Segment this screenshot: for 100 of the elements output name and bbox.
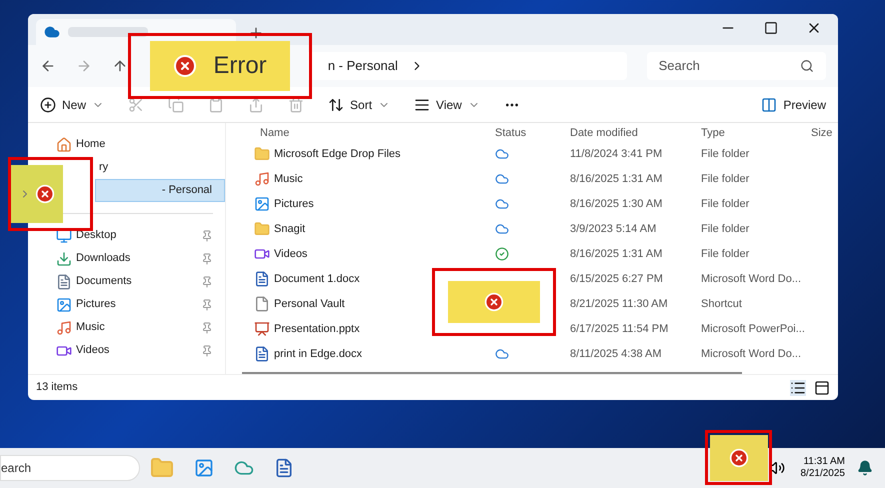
notification-icon[interactable]	[857, 460, 873, 476]
file-name: Presentation.pptx	[274, 322, 360, 337]
date-cell-text: 6/17/2025 11:54 PM	[569, 322, 670, 337]
share-icon[interactable]	[248, 96, 264, 112]
file-name: Videos	[274, 246, 308, 262]
taskbar-search[interactable]: earch	[0, 455, 140, 481]
type-cell-text: File folder	[700, 222, 750, 237]
date-cell-text: 11/8/2024 3:41 PM	[569, 146, 664, 162]
sidebar-label: Music	[76, 320, 105, 336]
document-icon[interactable]	[274, 458, 294, 478]
panel-icon	[761, 96, 778, 112]
file-row[interactable]: Microsoft Edge Drop Files 11/8/2024 3:41 PM File folder	[254, 141, 838, 166]
file-row[interactable]: Personal Vault 8/21/2025 11:30 AM Shortcut	[254, 291, 838, 316]
picture-icon[interactable]	[194, 458, 214, 478]
sidebar-item[interactable]: Home	[28, 133, 225, 156]
add-icon	[40, 96, 56, 112]
delete-icon[interactable]	[288, 96, 304, 112]
sidebar-label: Pictures	[76, 297, 116, 312]
file-name: print in Edge.docx	[274, 346, 362, 362]
file-name: Document 1.docx	[274, 272, 360, 287]
sidebar-item[interactable]: ry	[95, 156, 225, 179]
sort-button[interactable]: Sort	[328, 96, 390, 114]
file-row[interactable]: Snagit 3/9/2023 5:14 AM File folder	[254, 216, 838, 242]
sort-icon	[328, 96, 344, 112]
search-field[interactable]: Search	[646, 52, 826, 80]
address-path: n - Personal	[328, 57, 398, 76]
search-input[interactable]: Search	[658, 56, 800, 76]
maximize-icon[interactable]	[764, 21, 778, 35]
file-name: Microsoft Edge Drop Files	[274, 146, 401, 162]
folder-icon	[254, 220, 270, 237]
type-cell-text: Microsoft Word Do...	[700, 272, 802, 287]
sidebar-item[interactable]: Documents	[28, 270, 225, 293]
sidebar-label: Downloads	[76, 251, 130, 266]
error-icon	[173, 54, 198, 78]
column-header[interactable]: Type	[695, 124, 805, 142]
file-row[interactable]: Music 8/16/2025 1:31 AM File folder	[254, 166, 838, 192]
date-cell-text: 8/21/2025 11:30 AM	[569, 296, 669, 312]
column-header[interactable]: Name	[254, 124, 489, 142]
file-row[interactable]: Document 1.docx 6/15/2025 6:27 PM Microsoft Word Do...	[254, 266, 838, 292]
sidebar-label: ry	[99, 160, 108, 176]
up-icon[interactable]	[112, 58, 128, 74]
type-cell-text: Microsoft Word Do...	[700, 346, 802, 362]
new-button[interactable]: New	[40, 96, 104, 114]
type-cell-text: File folder	[700, 246, 750, 262]
file-name: Music	[274, 172, 303, 187]
column-header[interactable]: Status	[489, 124, 564, 142]
view-button[interactable]: View	[414, 96, 480, 114]
clock[interactable]: 11:31 AM 8/21/2025	[800, 456, 845, 480]
item-count: 13 items	[36, 380, 78, 396]
sidebar-item[interactable]: - Personal	[95, 179, 225, 202]
folder-icon	[254, 146, 270, 162]
paste-icon[interactable]	[208, 96, 224, 112]
column-header[interactable]: Date modified	[564, 124, 695, 142]
error-icon	[35, 184, 55, 204]
file-name: Personal Vault	[274, 296, 345, 312]
music-icon	[254, 170, 270, 187]
document-icon	[56, 274, 72, 290]
music-icon	[56, 320, 72, 336]
details-view-icon[interactable]	[790, 380, 806, 396]
date-cell-text: 8/16/2025 1:31 AM	[569, 246, 664, 262]
sidebar-item[interactable]: Desktop	[28, 224, 225, 247]
column-header[interactable]: Size	[805, 124, 838, 142]
address-bar[interactable]: n - Personal	[308, 52, 627, 80]
back-icon[interactable]	[40, 58, 56, 74]
file-icon	[254, 296, 270, 312]
sidebar-item[interactable]: Music	[28, 316, 225, 339]
document-icon	[254, 270, 270, 287]
sidebar-label: Videos	[76, 343, 110, 358]
sidebar-item[interactable]: Pictures	[28, 293, 225, 316]
cut-icon[interactable]	[128, 96, 144, 112]
file-name: Snagit	[274, 222, 306, 237]
file-row[interactable]: Pictures 8/16/2025 1:30 AM File folder	[254, 191, 838, 216]
error-label: Error	[213, 51, 267, 81]
date-cell-text: 3/9/2023 5:14 AM	[569, 222, 658, 237]
copy-icon[interactable]	[168, 96, 184, 112]
new-tab-icon[interactable]	[248, 25, 264, 41]
file-row[interactable]: print in Edge.docx 8/11/2025 4:38 AM Microsoft Word Do...	[254, 341, 838, 366]
download-icon	[56, 250, 72, 266]
document-icon	[254, 346, 270, 362]
type-cell-text: File folder	[700, 146, 750, 162]
file-row[interactable]: Presentation.pptx 6/17/2025 11:54 PM Microsoft PowerPoi...	[254, 316, 838, 342]
slides-icon	[254, 320, 270, 337]
picture-icon	[254, 196, 270, 212]
type-cell-text: Shortcut	[700, 296, 743, 312]
picture-icon	[56, 296, 72, 312]
date-cell-text: 8/16/2025 1:30 AM	[569, 196, 664, 212]
file-name: Pictures	[274, 196, 314, 212]
date-cell-text: 8/16/2025 1:31 AM	[569, 172, 664, 187]
cloud-icon	[44, 24, 60, 40]
sidebar-item[interactable]: Downloads	[28, 247, 225, 270]
file-row[interactable]: Videos 8/16/2025 1:31 AM File folder	[254, 241, 838, 266]
sidebar-item[interactable]: Videos	[28, 339, 225, 362]
sidebar-label: - Personal	[162, 183, 212, 198]
tiles-view-icon[interactable]	[814, 380, 830, 396]
search-icon	[800, 59, 814, 73]
preview-button[interactable]: Preview	[761, 96, 826, 114]
date-cell-text: 6/15/2025 6:27 PM	[569, 272, 664, 287]
sidebar-label: Home	[76, 137, 106, 152]
error-icon	[728, 448, 748, 468]
taskbar-search-input[interactable]: earch	[1, 459, 139, 477]
